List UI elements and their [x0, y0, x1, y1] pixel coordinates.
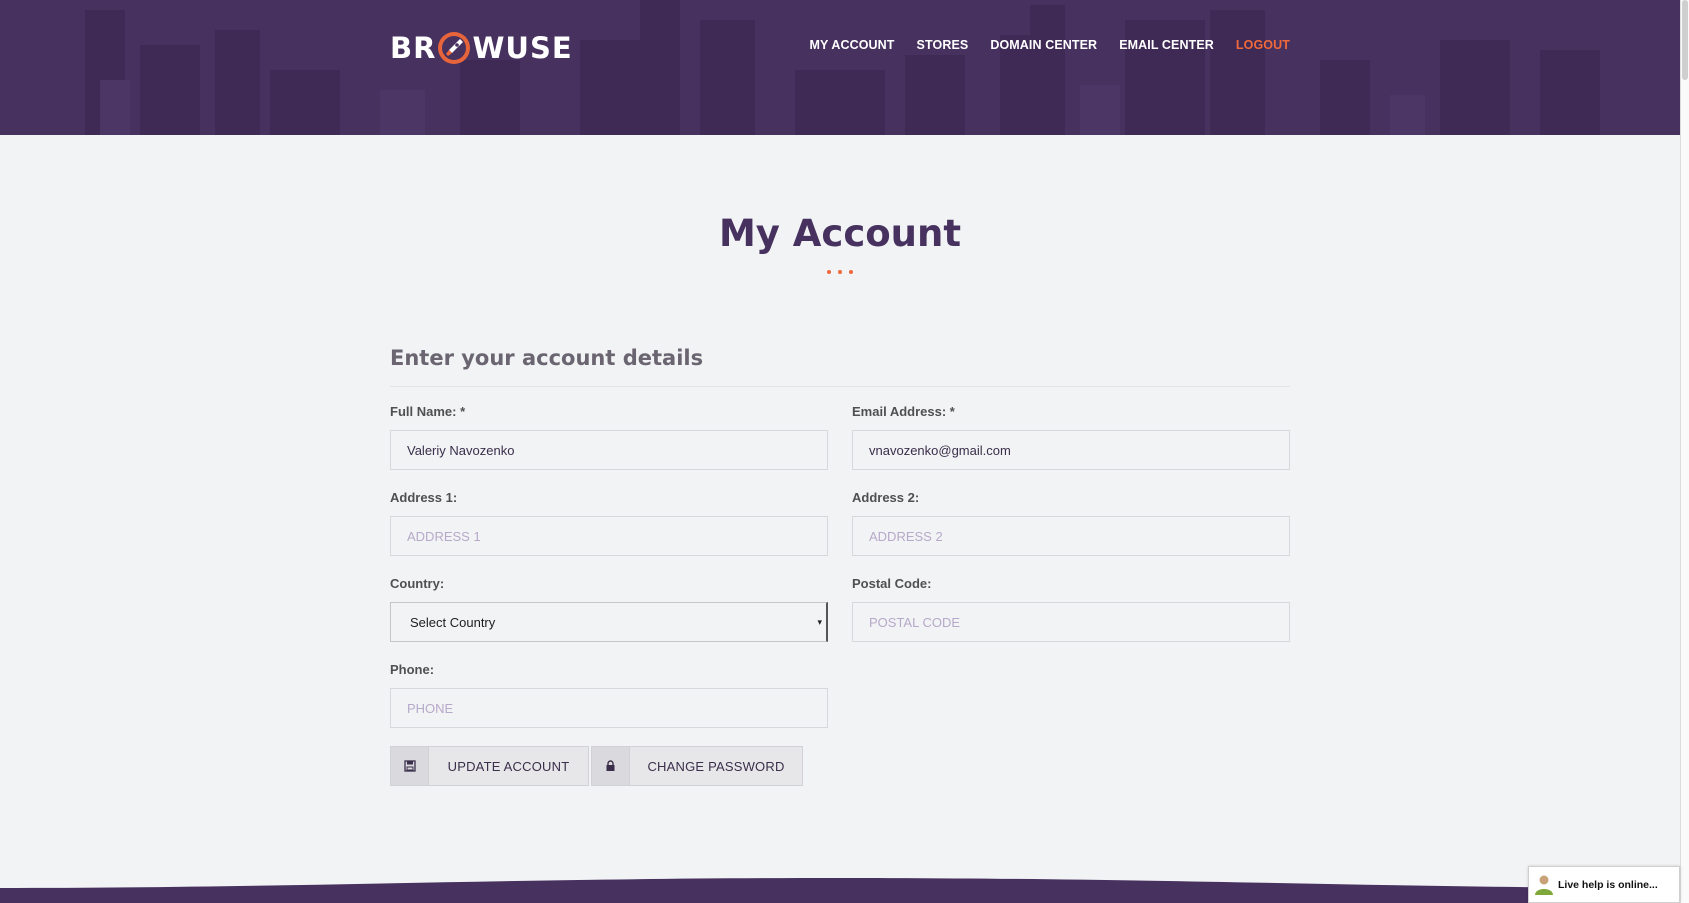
- nav-domain-center[interactable]: DOMAIN CENTER: [990, 38, 1097, 52]
- full-name-input[interactable]: Valeriy Navozenko: [390, 430, 828, 470]
- logo-text-right: WUSE: [472, 31, 573, 65]
- email-label: Email Address: *: [852, 404, 955, 419]
- live-help-widget[interactable]: Live help is online...: [1528, 866, 1680, 903]
- lock-icon: [592, 747, 630, 785]
- full-name-group: Full Name: * Valeriy Navozenko: [390, 404, 828, 470]
- address1-input[interactable]: ADDRESS 1: [390, 516, 828, 556]
- phone-label: Phone:: [390, 662, 435, 677]
- site-footer: [0, 888, 1680, 903]
- country-select-value: Select Country: [410, 614, 496, 630]
- address1-group: Address 1: ADDRESS 1: [390, 490, 828, 556]
- email-group: Email Address: * vnavozenko@gmail.com: [852, 404, 1290, 470]
- email-input[interactable]: vnavozenko@gmail.com: [852, 430, 1290, 470]
- title-decoration-dots: [0, 270, 1680, 274]
- scrollbar[interactable]: [1680, 0, 1689, 903]
- full-name-label: Full Name: *: [390, 404, 466, 419]
- logo-text-left: BR: [390, 31, 437, 65]
- browse-logo[interactable]: BR WUSE: [390, 30, 573, 66]
- change-password-button[interactable]: CHANGE PASSWORD: [591, 746, 803, 786]
- city-skyline-background: [85, 0, 1600, 135]
- save-icon: [391, 747, 429, 785]
- postal-code-input[interactable]: POSTAL CODE: [852, 602, 1290, 642]
- scrollbar-thumb[interactable]: [1682, 0, 1688, 80]
- user-icon: [1535, 875, 1553, 895]
- footer-curve: [0, 878, 1680, 890]
- nav-email-center[interactable]: EMAIL CENTER: [1119, 38, 1214, 52]
- postal-code-group: Postal Code: POSTAL CODE: [852, 576, 1290, 642]
- main-nav: MY ACCOUNT STORES DOMAIN CENTER EMAIL CE…: [788, 38, 1290, 52]
- country-select[interactable]: Select Country ▾: [390, 602, 828, 642]
- address2-group: Address 2: ADDRESS 2: [852, 490, 1290, 556]
- section-divider: [390, 386, 1290, 387]
- live-help-text: Live help is online...: [1558, 878, 1658, 891]
- country-group: Country: Select Country ▾: [390, 576, 828, 642]
- change-password-label: CHANGE PASSWORD: [647, 758, 785, 774]
- update-account-button[interactable]: UPDATE ACCOUNT: [390, 746, 589, 786]
- address2-input[interactable]: ADDRESS 2: [852, 516, 1290, 556]
- country-label: Country:: [390, 576, 445, 591]
- address2-label: Address 2:: [852, 490, 920, 505]
- nav-stores[interactable]: STORES: [917, 38, 969, 52]
- section-title: Enter your account details: [390, 346, 704, 370]
- phone-input[interactable]: PHONE: [390, 688, 828, 728]
- rocket-icon: [438, 32, 471, 64]
- update-account-label: UPDATE ACCOUNT: [447, 758, 570, 774]
- site-header: BR WUSE MY ACCOUNT STORES DOMAIN CENTER …: [0, 0, 1680, 135]
- postal-code-label: Postal Code:: [852, 576, 932, 591]
- page-title: My Account: [718, 212, 962, 255]
- nav-my-account[interactable]: MY ACCOUNT: [810, 38, 895, 52]
- address1-label: Address 1:: [390, 490, 458, 505]
- phone-group: Phone: PHONE: [390, 662, 828, 728]
- nav-logout[interactable]: LOGOUT: [1236, 38, 1290, 52]
- chevron-down-icon: ▾: [817, 616, 822, 627]
